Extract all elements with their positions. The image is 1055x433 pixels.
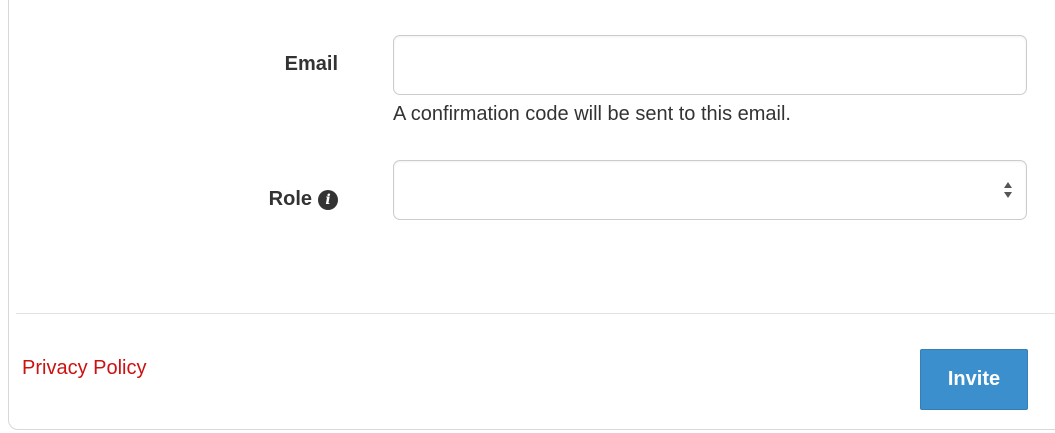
info-circle-icon[interactable]: i (318, 189, 338, 210)
privacy-policy-link[interactable]: Privacy Policy (22, 357, 146, 380)
email-field[interactable] (393, 35, 1027, 95)
role-label-text: Role (268, 188, 312, 210)
email-label: Email (200, 53, 338, 76)
role-label: Role i (200, 188, 338, 211)
role-select[interactable] (393, 160, 1027, 220)
email-label-text: Email (284, 53, 338, 75)
invite-button[interactable]: Invite (920, 349, 1028, 410)
select-arrows-icon (1004, 182, 1012, 198)
footer-divider (16, 313, 1055, 314)
email-help-text: A confirmation code will be sent to this… (393, 103, 791, 125)
